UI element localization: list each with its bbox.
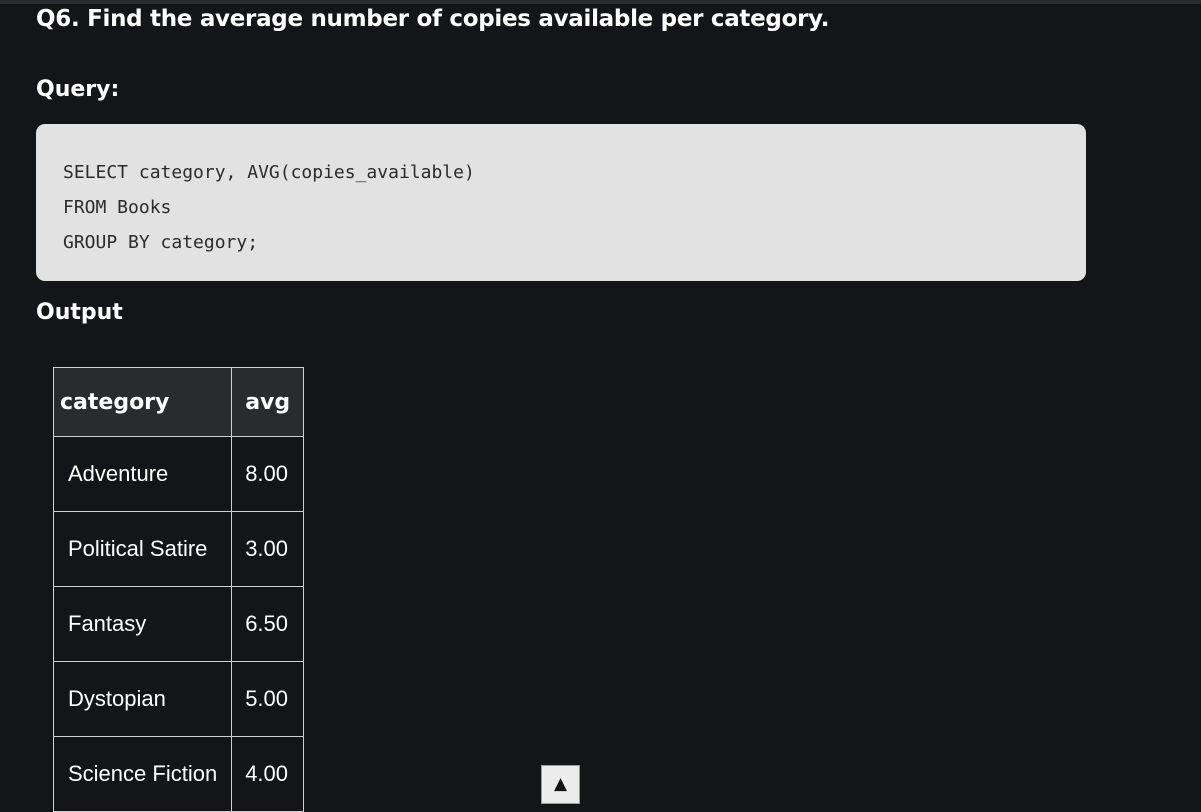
category-cell: Fantasy [52,586,233,662]
avg-cell: 3.00 [231,511,305,587]
category-cell: Dystopian [52,661,233,737]
table-row: Science Fiction 4.00 [52,736,305,812]
avg-cell: 6.50 [231,586,305,662]
output-heading: Output [36,300,123,325]
category-cell: Political Satire [52,511,233,587]
table-row: Political Satire 3.00 [52,511,305,587]
sql-code-block: SELECT category, AVG(copies_available) F… [36,124,1086,281]
table-row: Adventure 8.00 [52,436,305,512]
code-line: SELECT category, AVG(copies_available) [63,162,475,183]
query-heading: Query: [36,77,120,102]
table-row: Fantasy 6.50 [52,586,305,662]
column-header-avg: avg [231,367,305,437]
code-line: FROM Books [63,197,172,218]
avg-cell: 5.00 [231,661,305,737]
avg-cell: 4.00 [231,736,305,812]
table-row: Dystopian 5.00 [52,661,305,737]
table-header-row: category avg [52,367,305,437]
question-heading: Q6. Find the average number of copies av… [36,6,830,32]
scroll-to-top-button[interactable]: ▲ [541,765,580,804]
arrow-up-icon: ▲ [553,774,568,794]
category-cell: Science Fiction [52,736,233,812]
code-line: GROUP BY category; [63,232,259,253]
avg-cell: 8.00 [231,436,305,512]
category-cell: Adventure [52,436,233,512]
column-header-category: category [52,367,233,437]
output-table: category avg Adventure 8.00 Political Sa… [52,367,305,812]
